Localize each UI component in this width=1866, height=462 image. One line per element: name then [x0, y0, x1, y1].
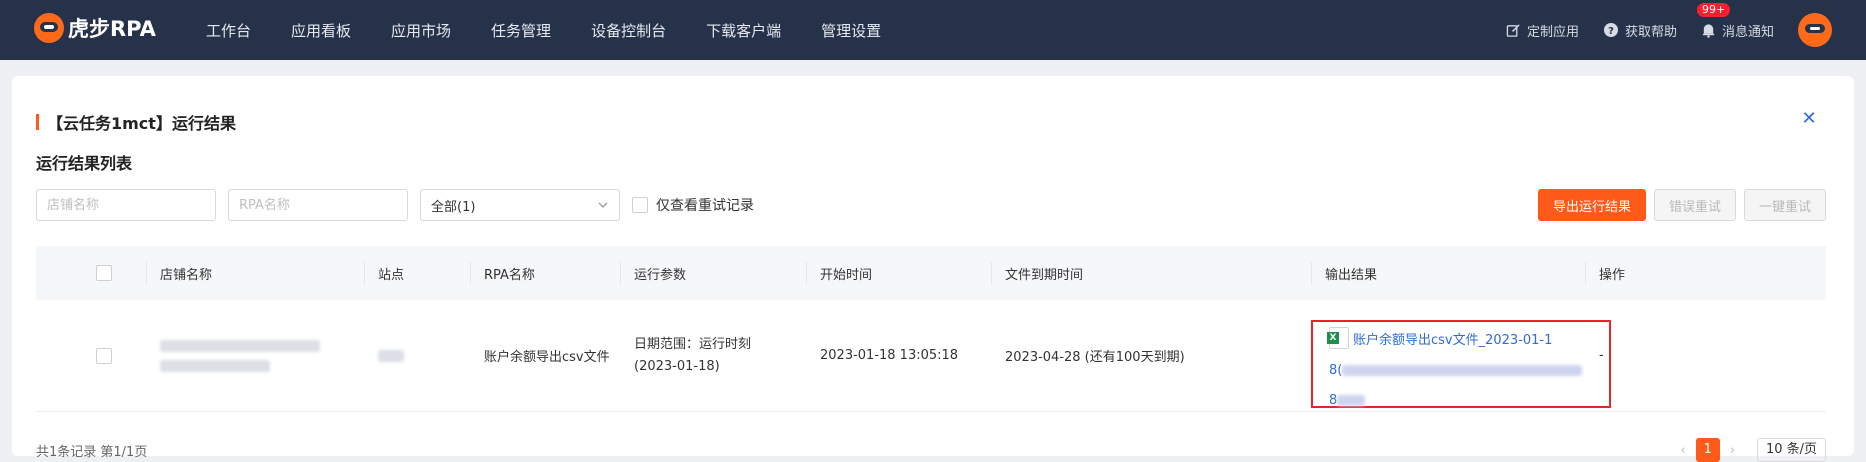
custom-app-link[interactable]: 定制应用 — [1506, 21, 1579, 40]
one-click-retry-button[interactable]: 一键重试 — [1743, 189, 1826, 221]
select-all-checkbox[interactable] — [96, 265, 112, 281]
record-summary: 共1条记录 第1/1页 — [36, 445, 148, 460]
start-time-cell: 2023-01-18 13:05:18 — [820, 348, 959, 363]
output-file-name-line1: 账户余额导出csv文件_2023-01-1 — [1353, 333, 1553, 348]
output-file-name-line3: 8 — [1329, 393, 1338, 408]
operation-placeholder: - — [1599, 348, 1604, 363]
operation-cell: - — [1585, 300, 1695, 411]
logo-text: 虎步RPA — [68, 17, 156, 41]
filter-bar: 全部(1) 仅查看重试记录 — [36, 189, 754, 221]
output-cell: 账户余额导出csv文件_2023-01-1 8( 8 — [1311, 300, 1611, 411]
header-operation: 操作 — [1585, 246, 1695, 300]
shop-name-input[interactable] — [36, 189, 216, 221]
header-start-time: 开始时间 — [806, 246, 991, 300]
rpa-name-cell: 账户余额导出csv文件 — [484, 350, 610, 365]
next-page-icon[interactable]: › — [1730, 443, 1735, 458]
expire-time-cell: 2023-04-28 (还有100天到期) — [1005, 350, 1185, 365]
chevron-down-icon — [598, 202, 608, 208]
row-checkbox[interactable] — [96, 347, 112, 364]
close-icon[interactable]: ✕ — [1800, 110, 1818, 128]
retry-only-label: 仅查看重试记录 — [656, 198, 754, 214]
retry-only-checkbox-box[interactable] — [632, 197, 648, 213]
results-table: 店铺名称 站点 RPA名称 运行参数 开始时间 文件到期时间 输出结果 操作 账… — [36, 246, 1826, 412]
excel-file-icon — [1327, 327, 1349, 349]
error-retry-button[interactable]: 错误重试 — [1653, 189, 1736, 221]
nav-item-download-client[interactable]: 下载客户端 — [706, 20, 781, 41]
notification-label: 消息通知 — [1721, 24, 1774, 40]
title-accent-bar — [36, 114, 39, 130]
page-size-select[interactable]: 10 条/页 — [1756, 438, 1826, 462]
nav-item-app-market[interactable]: 应用市场 — [391, 20, 451, 41]
table-header: 店铺名称 站点 RPA名称 运行参数 开始时间 文件到期时间 输出结果 操作 — [36, 246, 1826, 300]
panel-title-row: 【云任务1mct】运行结果 — [36, 110, 236, 134]
help-label: 获取帮助 — [1624, 24, 1677, 40]
current-page-button[interactable]: 1 — [1695, 438, 1720, 462]
page-title: 【云任务1mct】运行结果 — [47, 114, 236, 133]
header-output: 输出结果 — [1311, 246, 1585, 300]
shop-name-cell — [146, 300, 364, 411]
action-buttons: 导出运行结果 错误重试 一键重试 — [1530, 189, 1826, 221]
header-params: 运行参数 — [620, 246, 806, 300]
pagination: ‹ 1 › 10 条/页 — [1671, 438, 1826, 462]
select-all-cell — [36, 246, 146, 300]
bell-icon — [1702, 24, 1715, 38]
params-line: 日期范围：运行时刻 — [634, 336, 752, 352]
header-site: 站点 — [364, 246, 470, 300]
output-file-link[interactable]: 账户余额导出csv文件_2023-01-1 8( 8 — [1327, 326, 1599, 416]
notification-link[interactable]: 99+ 消息通知 — [1696, 2, 1774, 40]
row-select-cell — [36, 300, 146, 411]
table-row: 账户余额导出csv文件 日期范围：运行时刻 (2023-01-18) 2023-… — [36, 300, 1826, 412]
section-title: 运行结果列表 — [36, 154, 133, 173]
retry-only-checkbox[interactable]: 仅查看重试记录 — [632, 195, 754, 215]
logo[interactable]: 虎步RPA — [34, 13, 156, 43]
export-results-button[interactable]: 导出运行结果 — [1537, 189, 1646, 221]
prev-page-icon[interactable]: ‹ — [1681, 443, 1686, 458]
status-select-value: 全部(1) — [431, 199, 476, 215]
header-shop-name: 店铺名称 — [146, 246, 364, 300]
header-expire-time: 文件到期时间 — [991, 246, 1311, 300]
notification-badge: 99+ — [1696, 2, 1731, 17]
help-icon: ? — [1603, 23, 1618, 37]
main-nav: 工作台 应用看板 应用市场 任务管理 设备控制台 下载客户端 管理设置 — [206, 0, 921, 60]
user-avatar[interactable] — [1798, 13, 1832, 47]
edit-icon — [1506, 23, 1520, 37]
tiger-logo-icon — [34, 13, 64, 43]
site-redacted — [378, 349, 404, 362]
shop-name-redacted — [160, 339, 320, 372]
top-nav-bar: 虎步RPA 工作台 应用看板 应用市场 任务管理 设备控制台 下载客户端 管理设… — [0, 0, 1866, 60]
help-link[interactable]: ? 获取帮助 — [1603, 21, 1677, 40]
header-rpa-name: RPA名称 — [470, 246, 620, 300]
output-file-name-line2: 8( — [1329, 363, 1343, 378]
svg-text:?: ? — [1608, 26, 1614, 37]
output-highlight-box: 账户余额导出csv文件_2023-01-1 8( 8 — [1311, 320, 1611, 408]
status-select[interactable]: 全部(1) — [420, 189, 620, 221]
nav-item-workbench[interactable]: 工作台 — [206, 20, 251, 41]
header-actions: 定制应用 ? 获取帮助 99+ 消息通知 — [1506, 0, 1866, 60]
nav-item-task-management[interactable]: 任务管理 — [491, 20, 551, 41]
nav-item-admin-settings[interactable]: 管理设置 — [821, 20, 881, 41]
site-cell — [364, 300, 470, 411]
nav-item-device-console[interactable]: 设备控制台 — [591, 20, 666, 41]
nav-item-app-board[interactable]: 应用看板 — [291, 20, 351, 41]
params-cell: 日期范围：运行时刻 (2023-01-18) — [620, 300, 806, 411]
params-date: (2023-01-18) — [634, 358, 720, 374]
custom-app-label: 定制应用 — [1526, 24, 1579, 40]
rpa-name-input[interactable] — [228, 189, 408, 221]
result-panel: 【云任务1mct】运行结果 ✕ 运行结果列表 全部(1) 仅查看重试记录 导出运… — [12, 76, 1854, 462]
